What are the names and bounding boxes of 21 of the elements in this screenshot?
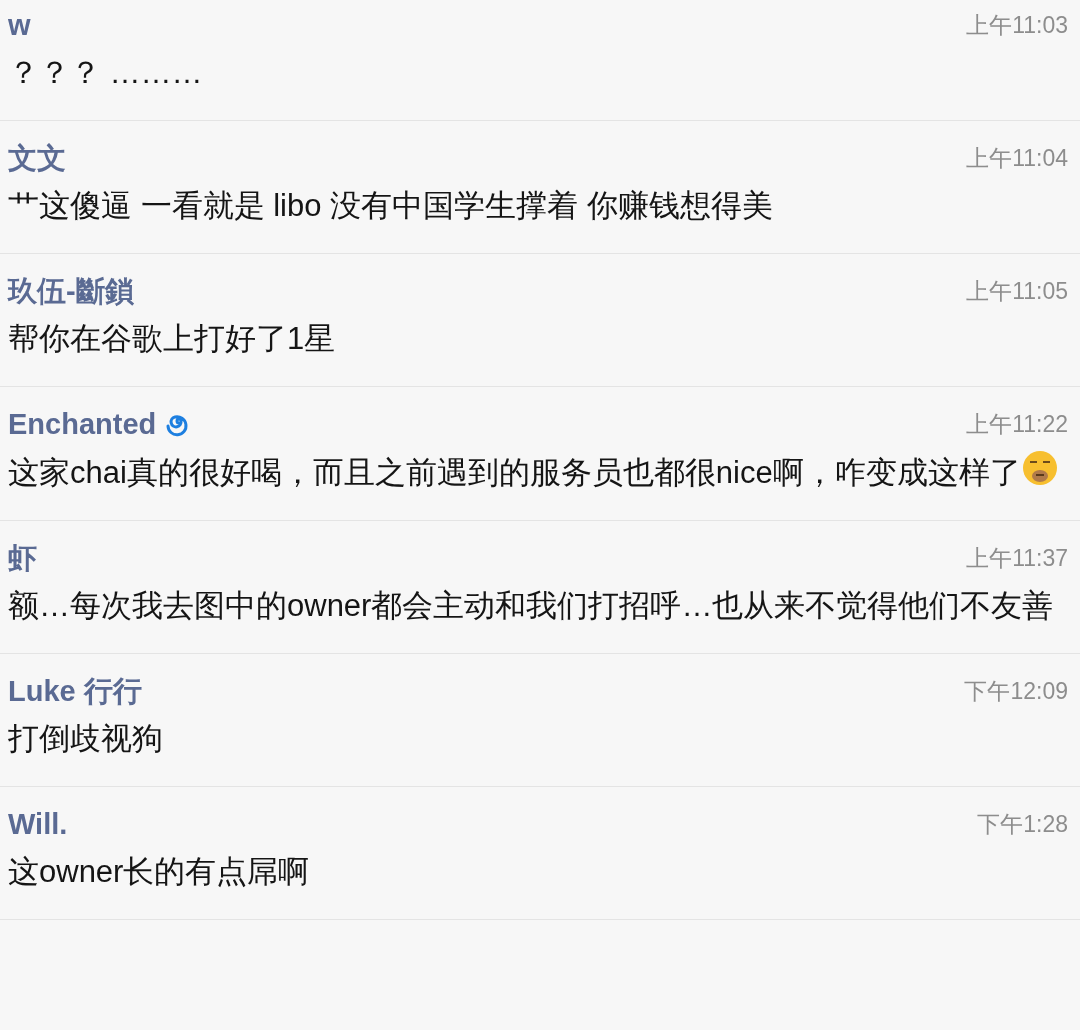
comment-text: 这owner长的有点屌啊 xyxy=(8,854,310,889)
user-name[interactable]: Luke 行行 xyxy=(8,675,142,707)
comment-text: 艹这傻逼 一看就是 libo 没有中国学生撑着 你赚钱想得美 xyxy=(8,188,773,223)
user-name[interactable]: Enchanted xyxy=(8,408,157,440)
comment-time: 上午11:37 xyxy=(966,544,1068,573)
user-name[interactable]: 玖伍-斷鎖 xyxy=(8,275,134,307)
comment-time: 上午11:05 xyxy=(966,277,1068,306)
user-name[interactable]: w xyxy=(8,9,31,41)
user-name[interactable]: 虾 xyxy=(8,542,37,574)
comment-time: 上午11:03 xyxy=(966,11,1068,40)
comment-text: 这家chai真的很好喝，而且之前遇到的服务员也都很nice啊，咋变成这样了 xyxy=(8,455,1021,490)
user-name[interactable]: 文文 xyxy=(8,142,66,174)
comment-time: 下午12:09 xyxy=(964,677,1068,706)
comment-text: 打倒歧视狗 xyxy=(8,721,163,756)
user-name[interactable]: Will. xyxy=(8,808,68,840)
comment-text: 额…每次我去图中的owner都会主动和我们打招呼…也从来不觉得他们不友善 xyxy=(8,588,1054,623)
comment-text: 帮你在谷歌上打好了1星 xyxy=(8,321,336,356)
comment-time: 上午11:04 xyxy=(966,144,1068,173)
comment-time: 上午11:22 xyxy=(966,410,1068,439)
comment-text: ？？？ ……… xyxy=(8,55,203,90)
comment-time: 下午1:28 xyxy=(977,810,1068,839)
